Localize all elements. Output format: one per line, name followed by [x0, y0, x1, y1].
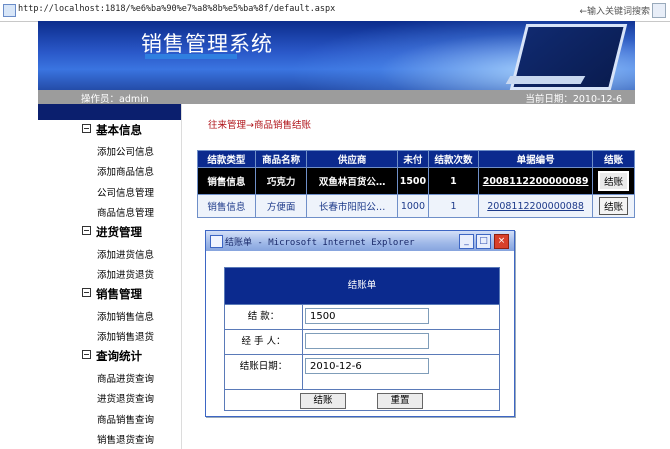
- cell-supplier: 双鱼林百货公…: [306, 167, 398, 195]
- form-header: 结账单: [225, 268, 499, 304]
- sidebar-item-add-sale[interactable]: 添加销售信息: [97, 309, 154, 323]
- sidebar-category-query[interactable]: 查询统计: [82, 348, 142, 364]
- title-underline: [145, 54, 237, 59]
- collapse-icon[interactable]: [82, 124, 91, 133]
- address-url[interactable]: http://localhost:1818/%e6%ba%90%e7%a8%8b…: [18, 4, 335, 14]
- column-header: 单据编号: [477, 150, 594, 168]
- column-header: 未付: [396, 150, 430, 168]
- settlement-table: 结款类型 商品名称 供应商 未付 结款次数 单据编号 结账 销售信息 巧克力 双…: [197, 150, 635, 218]
- column-header: 结账: [592, 150, 635, 168]
- column-header: 结款类型: [197, 150, 256, 168]
- form-buttons: 结账 重置: [225, 389, 499, 411]
- search-dropdown-icon[interactable]: [652, 3, 666, 18]
- cell-supplier: 长春市阳阳公…: [306, 194, 398, 218]
- dialog-body: 结账单 结 款： 1500 经 手 人： 结账日期： 2010-12-6 结账 …: [207, 251, 513, 415]
- form-row-date: 结账日期： 2010-12-6: [225, 354, 499, 389]
- status-bar: 操作员：admin 当前日期：2010-12-6: [38, 90, 635, 105]
- cell-type: 销售信息: [197, 167, 256, 195]
- cell-action: 结账: [592, 167, 635, 195]
- header-banner: 销售管理系统: [38, 21, 635, 90]
- table-header-row: 结款类型 商品名称 供应商 未付 结款次数 单据编号 结账: [197, 150, 635, 168]
- dialog-title: 结账单 - Microsoft Internet Explorer: [225, 238, 415, 248]
- sidebar-header: [38, 104, 181, 120]
- cell-doc-no[interactable]: 2008112200000088: [477, 194, 594, 218]
- sidebar-item-add-sale-return[interactable]: 添加销售退货: [97, 329, 154, 343]
- date-input[interactable]: 2010-12-6: [305, 358, 429, 374]
- cell-count: 1: [428, 167, 479, 195]
- sidebar-item-purchase-query[interactable]: 商品进货查询: [97, 371, 154, 385]
- settlement-dialog: 结账单 - Microsoft Internet Explorer _ □ × …: [205, 230, 515, 417]
- sidebar: 基本信息 添加公司信息 添加商品信息 公司信息管理 商品信息管理 进货管理 添加…: [38, 104, 182, 449]
- column-header: 供应商: [306, 150, 398, 168]
- sidebar-item-add-product[interactable]: 添加商品信息: [97, 164, 154, 178]
- column-header: 结款次数: [428, 150, 479, 168]
- keyboard-graphic: [505, 76, 586, 84]
- table-row[interactable]: 销售信息 巧克力 双鱼林百货公… 1500 1 2008112200000089…: [197, 167, 635, 195]
- sidebar-category-sales[interactable]: 销售管理: [82, 286, 142, 302]
- sidebar-item-sale-query[interactable]: 商品销售查询: [97, 412, 154, 426]
- sidebar-item-product-manage[interactable]: 商品信息管理: [97, 205, 154, 219]
- sidebar-item-add-purchase[interactable]: 添加进货信息: [97, 247, 154, 261]
- doc-no-link[interactable]: 2008112200000089: [483, 176, 589, 187]
- settle-button[interactable]: 结账: [599, 197, 629, 215]
- sidebar-item-add-purchase-return[interactable]: 添加进货退货: [97, 267, 154, 281]
- form-row-handler: 经 手 人：: [225, 329, 499, 354]
- collapse-icon[interactable]: [82, 288, 91, 297]
- sidebar-item-sale-return-query[interactable]: 销售退货查询: [97, 432, 154, 446]
- dialog-titlebar[interactable]: 结账单 - Microsoft Internet Explorer _ □ ×: [206, 231, 514, 251]
- amount-input[interactable]: 1500: [305, 308, 429, 324]
- minimize-icon[interactable]: _: [459, 234, 474, 249]
- sidebar-item-add-company[interactable]: 添加公司信息: [97, 144, 154, 158]
- collapse-icon[interactable]: [82, 350, 91, 359]
- sidebar-category-purchase[interactable]: 进货管理: [82, 224, 142, 240]
- date-label: 结账日期：: [225, 355, 303, 389]
- sidebar-item-purchase-return-query[interactable]: 进货退货查询: [97, 391, 154, 405]
- cell-unpaid: 1500: [396, 167, 430, 195]
- current-date: 当前日期：2010-12-6: [525, 94, 622, 105]
- close-icon[interactable]: ×: [494, 234, 509, 249]
- amount-label: 结 款：: [225, 305, 303, 329]
- doc-no-link[interactable]: 2008112200000088: [487, 201, 584, 212]
- sidebar-item-company-manage[interactable]: 公司信息管理: [97, 185, 154, 199]
- page-icon: [3, 4, 16, 17]
- operator-label: 操作员：admin: [81, 94, 149, 105]
- cell-doc-no[interactable]: 2008112200000089: [477, 167, 594, 195]
- address-bar: http://localhost:1818/%e6%ba%90%e7%a8%8b…: [0, 0, 670, 22]
- cell-count: 1: [428, 194, 479, 218]
- form-row-amount: 结 款： 1500: [225, 304, 499, 329]
- cell-type: 销售信息: [197, 194, 256, 218]
- ie-icon: [210, 235, 223, 248]
- search-box[interactable]: ←输入关键词搜索: [579, 4, 650, 17]
- cell-product: 方便面: [254, 194, 308, 218]
- maximize-icon[interactable]: □: [476, 234, 491, 249]
- collapse-icon[interactable]: [82, 226, 91, 235]
- table-row[interactable]: 销售信息 方便面 长春市阳阳公… 1000 1 2008112200000088…: [197, 194, 635, 218]
- cell-unpaid: 1000: [396, 194, 430, 218]
- cell-action: 结账: [592, 194, 635, 218]
- sidebar-category-basic[interactable]: 基本信息: [82, 122, 142, 138]
- submit-button[interactable]: 结账: [300, 393, 346, 409]
- settlement-form: 结账单 结 款： 1500 经 手 人： 结账日期： 2010-12-6 结账 …: [224, 267, 500, 411]
- handler-label: 经 手 人：: [225, 330, 303, 354]
- handler-input[interactable]: [305, 333, 429, 349]
- reset-button[interactable]: 重置: [377, 393, 423, 409]
- cell-product: 巧克力: [254, 167, 308, 195]
- breadcrumb: 往来管理→商品销售结账: [208, 120, 311, 131]
- column-header: 商品名称: [254, 150, 308, 168]
- settle-button[interactable]: 结账: [598, 171, 630, 191]
